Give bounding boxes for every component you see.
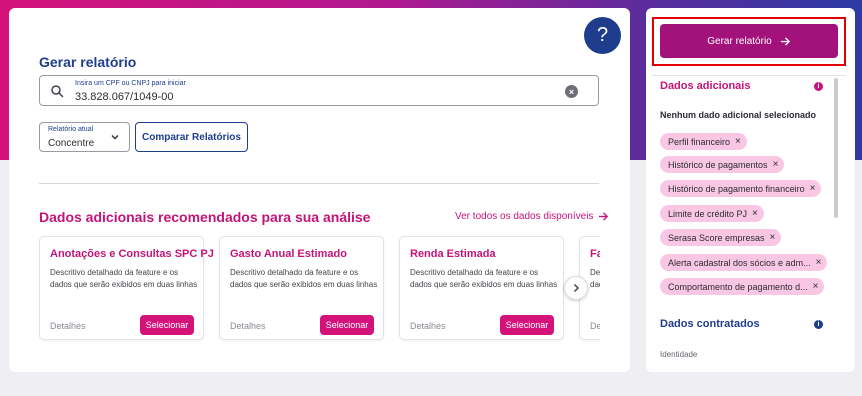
view-all-data-link[interactable]: Ver todos os dados disponíveis bbox=[455, 211, 609, 222]
view-all-label: Ver todos os dados disponíveis bbox=[455, 211, 594, 222]
search-icon bbox=[51, 85, 64, 98]
close-icon[interactable]: × bbox=[810, 183, 816, 194]
document-search-input[interactable]: Insira um CPF ou CNPJ para iniciar 33.82… bbox=[39, 75, 599, 106]
arrow-right-icon bbox=[780, 36, 790, 46]
selected-chip: Perfil financeiro × bbox=[660, 133, 747, 150]
search-input-value[interactable]: 33.828.067/1049-00 bbox=[75, 91, 173, 103]
selected-chip: Alerta cadastral dos sócios e adm... × bbox=[660, 254, 828, 271]
no-additional-data-text: Nenhum dado adicional selecionado bbox=[660, 110, 817, 120]
feature-card: Renda Estimada Descritivo detalhado da f… bbox=[399, 236, 564, 340]
close-icon[interactable]: × bbox=[735, 136, 741, 147]
info-icon[interactable]: i bbox=[814, 320, 823, 329]
selected-chip: Limite de crédito PJ × bbox=[660, 205, 764, 222]
feature-description: Descritivo detalhado da feature e os dad… bbox=[230, 268, 378, 289]
page-title: Gerar relatório bbox=[39, 54, 137, 70]
identity-label: Identidade bbox=[660, 350, 698, 359]
feature-description: Descritivo detalhado da feature e os dad… bbox=[50, 268, 198, 289]
feature-select-button[interactable]: Selecionar bbox=[140, 315, 194, 335]
feature-title: Fa bbox=[590, 248, 600, 260]
generate-report-button[interactable]: Gerar relatório bbox=[660, 24, 838, 58]
current-report-value: Concentre bbox=[48, 138, 95, 149]
chevron-down-icon bbox=[111, 135, 119, 140]
current-report-select[interactable]: Relatório atual Concentre bbox=[39, 122, 130, 152]
chip-label: Histórico de pagamentos bbox=[668, 159, 768, 170]
feature-details-link[interactable]: De bbox=[590, 321, 600, 331]
recommended-section-title: Dados adicionais recomendados para sua a… bbox=[39, 209, 371, 225]
feature-details-link[interactable]: Detalhes bbox=[230, 321, 266, 331]
chip-label: Limite de crédito PJ bbox=[668, 208, 748, 219]
clear-search-icon[interactable]: × bbox=[565, 85, 578, 98]
close-icon[interactable]: × bbox=[752, 208, 758, 219]
chip-label: Alerta cadastral dos sócios e adm... bbox=[668, 257, 811, 268]
help-icon: ? bbox=[596, 24, 609, 46]
close-icon[interactable]: × bbox=[773, 159, 779, 170]
feature-description: Descritivo detalhado da feature e os dad… bbox=[410, 268, 558, 289]
section-divider bbox=[39, 183, 599, 184]
feature-title: Renda Estimada bbox=[410, 248, 496, 260]
carousel-next-button[interactable] bbox=[564, 276, 588, 300]
current-report-label: Relatório atual bbox=[48, 126, 94, 133]
arrow-right-icon bbox=[599, 212, 609, 221]
feature-select-button[interactable]: Selecionar bbox=[500, 315, 554, 335]
selected-chip: Histórico de pagamento financeiro × bbox=[660, 180, 822, 197]
chip-label: Comportamento de pagamento d... bbox=[668, 281, 808, 292]
search-input-label: Insira um CPF ou CNPJ para iniciar bbox=[75, 80, 186, 87]
feature-description: Des dad bbox=[590, 268, 600, 289]
close-icon[interactable]: × bbox=[813, 281, 819, 292]
feature-carousel: Anotações e Consultas SPC PJ Descritivo … bbox=[39, 236, 600, 351]
close-icon[interactable]: × bbox=[816, 257, 822, 268]
selected-chip: Histórico de pagamentos × bbox=[660, 156, 785, 173]
chip-label: Perfil financeiro bbox=[668, 136, 731, 147]
feature-select-button[interactable]: Selecionar bbox=[320, 315, 374, 335]
panel-scrollbar[interactable] bbox=[834, 78, 838, 218]
feature-details-link[interactable]: Detalhes bbox=[410, 321, 446, 331]
chip-label: Serasa Score empresas bbox=[668, 232, 765, 243]
selected-chip: Comportamento de pagamento d... × bbox=[660, 278, 825, 295]
feature-title: Gasto Anual Estimado bbox=[230, 248, 347, 260]
generate-report-label: Gerar relatório bbox=[707, 35, 772, 47]
compare-reports-button[interactable]: Comparar Relatórios bbox=[135, 122, 248, 152]
feature-card: Anotações e Consultas SPC PJ Descritivo … bbox=[39, 236, 214, 340]
feature-details-link[interactable]: Detalhes bbox=[50, 321, 86, 331]
additional-data-title: Dados adicionais bbox=[660, 80, 751, 92]
info-icon[interactable]: i bbox=[814, 82, 823, 91]
feature-title: Anotações e Consultas SPC PJ bbox=[50, 248, 214, 260]
report-card: ? Gerar relatório Insira um CPF ou CNPJ … bbox=[9, 8, 630, 372]
help-button[interactable]: ? bbox=[584, 17, 621, 54]
side-panel: Gerar relatório Dados adicionais i Nenhu… bbox=[646, 8, 855, 372]
close-icon[interactable]: × bbox=[770, 232, 776, 243]
highlight-frame: Gerar relatório bbox=[652, 17, 846, 66]
selected-chip: Serasa Score empresas × bbox=[660, 229, 782, 246]
chevron-right-icon bbox=[573, 283, 580, 293]
contracted-data-title: Dados contratados bbox=[660, 318, 760, 330]
panel-divider bbox=[652, 75, 846, 76]
chip-label: Histórico de pagamento financeiro bbox=[668, 183, 805, 194]
feature-card: Gasto Anual Estimado Descritivo detalhad… bbox=[219, 236, 384, 340]
